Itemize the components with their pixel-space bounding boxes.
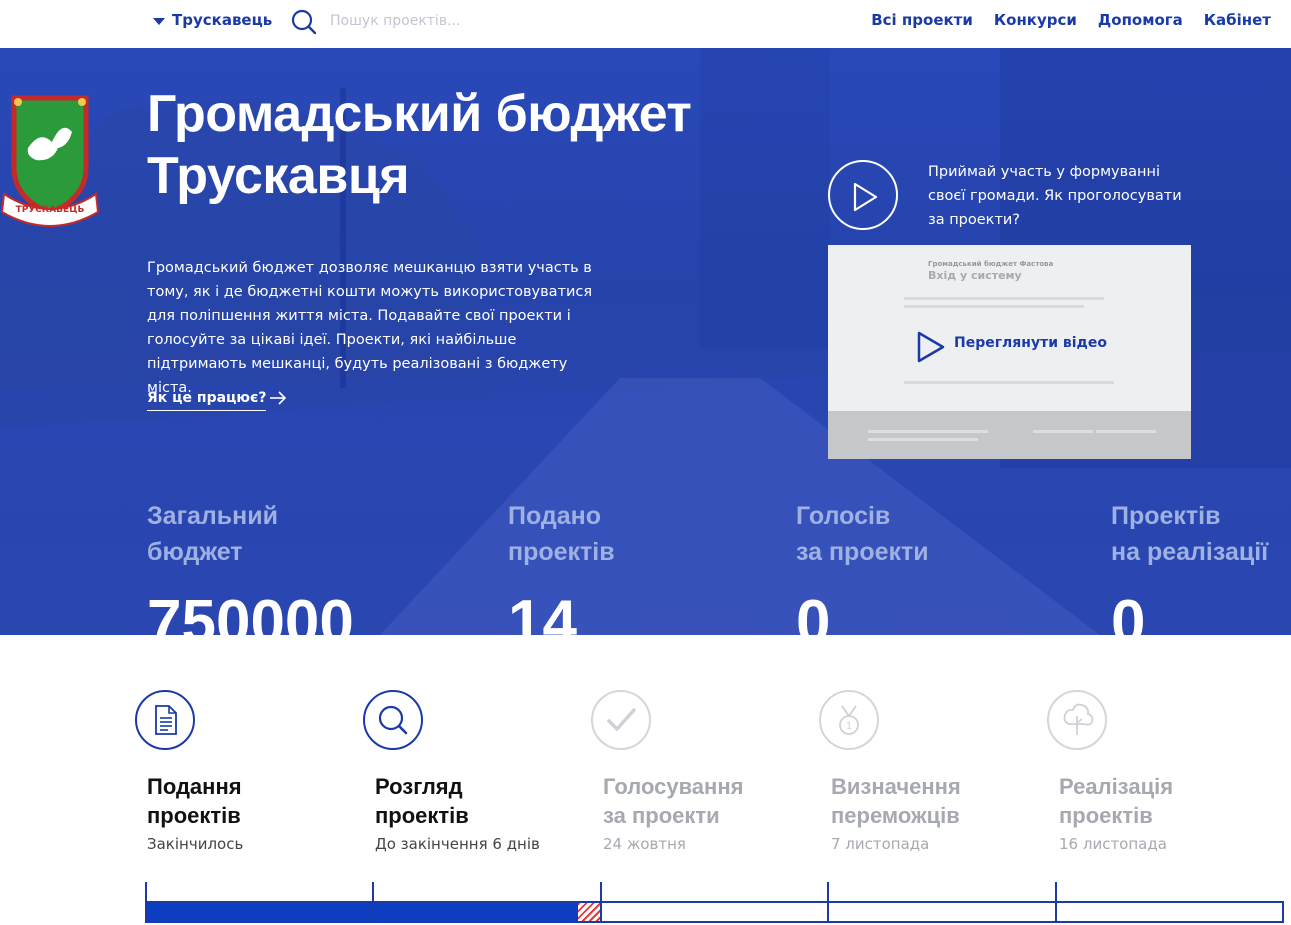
stat-value: 0 (796, 588, 831, 636)
stage-title: Розгляд проектів (375, 774, 469, 828)
city-selector[interactable]: Трускавець (153, 11, 272, 29)
stat-votes: Голосів за проекти 0 (796, 498, 929, 635)
stage-status: Закінчилось (147, 835, 244, 853)
search-input[interactable] (330, 9, 590, 33)
stat-label: Подано проектів (508, 502, 615, 566)
svg-text:ТРУСКАВЕЦЬ: ТРУСКАВЕЦЬ (16, 205, 85, 215)
nav-cabinet[interactable]: Кабінет (1204, 11, 1271, 29)
stat-label: Голосів за проекти (796, 502, 929, 566)
timeline-tick (600, 882, 602, 923)
video-description: Приймай участь у формуванні своєї громад… (928, 164, 1182, 228)
progress-timeline (145, 882, 1285, 925)
stage-title: Визначення переможців (831, 774, 961, 828)
stat-value: 750000 (147, 588, 354, 636)
progress-fill (147, 903, 579, 921)
stat-label: Проектів на реалізації (1111, 502, 1269, 566)
magnifier-icon (363, 690, 423, 750)
stage-winners[interactable]: 1 Визначення переможців 7 листопада (819, 690, 1051, 853)
search-icon[interactable] (290, 8, 318, 40)
stage-date: 7 листопада (831, 835, 930, 853)
hero-title-line2: Трускавця (147, 147, 410, 205)
stat-value: 0 (1111, 588, 1146, 636)
how-it-works-link[interactable]: Як це працює? (147, 390, 267, 411)
video-thumbnail-title: Громадський бюджет Фастова (928, 260, 1054, 268)
stage-date: 24 жовтня (603, 835, 686, 853)
top-header: Трускавець Всі проекти Конкурси Допомога… (0, 0, 1291, 48)
checkmark-icon (591, 690, 651, 750)
stage-date: 16 листопада (1059, 835, 1167, 853)
medal-icon: 1 (819, 690, 879, 750)
stat-value: 14 (508, 588, 577, 636)
timeline-tick (145, 882, 147, 923)
city-selector-label: Трускавець (172, 11, 273, 29)
video-play-icon (916, 330, 946, 368)
hero-section: ТРУСКАВЕЦЬ Громадський бюджет Трускавця … (0, 48, 1291, 635)
video-thumbnail-footer (828, 411, 1191, 459)
stage-title: Реалізація проектів (1059, 774, 1174, 828)
document-icon (135, 690, 195, 750)
caret-down-icon (153, 17, 165, 25)
stage-title: Голосування за проекти (603, 774, 744, 828)
hero-title: Громадський бюджет Трускавця (147, 83, 787, 207)
stage-submission[interactable]: Подання проектів Закінчилось (135, 690, 367, 853)
stat-projects-submitted: Подано проектів 14 (508, 498, 615, 635)
video-thumbnail-subtitle: Вхід у систему (928, 269, 1022, 282)
stage-review[interactable]: Розгляд проектів До закінчення 6 днів (363, 690, 595, 853)
hero-title-line1: Громадський бюджет (147, 85, 692, 143)
main-nav: Всі проекти Конкурси Допомога Кабінет (871, 11, 1271, 29)
timeline-tick (372, 882, 374, 923)
svg-text:1: 1 (846, 721, 852, 732)
hero-description: Громадський бюджет дозволяє мешканцю взя… (147, 260, 593, 396)
progress-current-marker (578, 903, 601, 921)
stage-voting[interactable]: Голосування за проекти 24 жовтня (591, 690, 823, 853)
video-thumbnail[interactable]: Громадський бюджет Фастова Вхід у систем… (828, 245, 1191, 459)
nav-help[interactable]: Допомога (1098, 11, 1183, 29)
tree-icon (1047, 690, 1107, 750)
stat-total-budget: Загальний бюджет 750000 (147, 498, 354, 635)
timeline-tick (1055, 882, 1057, 923)
arrow-right-icon[interactable] (269, 390, 287, 410)
play-icon (853, 182, 878, 212)
stat-label: Загальний бюджет (147, 502, 278, 566)
play-video-button[interactable] (828, 160, 898, 230)
progress-bar (145, 901, 1284, 923)
nav-contests[interactable]: Конкурси (994, 11, 1077, 29)
stage-implementation[interactable]: Реалізація проектів 16 листопада (1047, 690, 1279, 853)
stat-projects-implementing: Проектів на реалізації 0 (1111, 498, 1268, 635)
timeline-tick (827, 882, 829, 923)
stage-title: Подання проектів (147, 774, 242, 828)
watch-video-label: Переглянути відео (954, 335, 1107, 351)
city-coat-of-arms-logo: ТРУСКАВЕЦЬ (0, 90, 100, 240)
stage-status: До закінчення 6 днів (375, 835, 540, 853)
nav-all-projects[interactable]: Всі проекти (871, 11, 973, 29)
